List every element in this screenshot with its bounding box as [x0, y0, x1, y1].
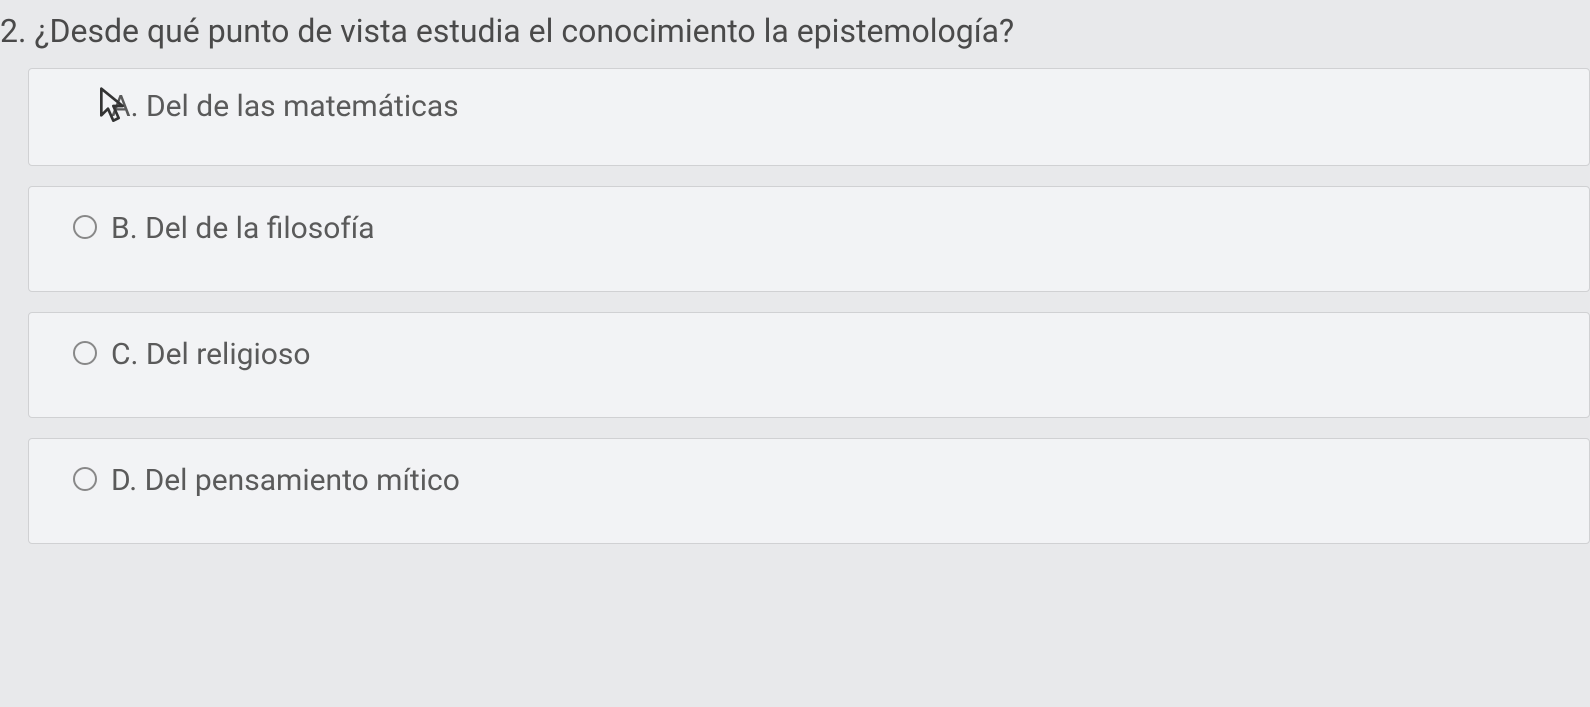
- question-body: ¿Desde qué punto de vista estudia el con…: [34, 12, 1014, 50]
- radio-icon: [73, 467, 97, 491]
- radio-icon: [73, 341, 97, 365]
- option-letter: C.: [111, 337, 138, 372]
- options-list: A. Del de las matemáticas B. Del de la f…: [0, 68, 1590, 544]
- question-number: 2.: [0, 12, 26, 50]
- option-c[interactable]: C. Del religioso: [28, 312, 1590, 418]
- option-d[interactable]: D. Del pensamiento mítico: [28, 438, 1590, 544]
- option-text: Del pensamiento mítico: [145, 463, 460, 498]
- option-label: B. Del de la filosofía: [111, 211, 375, 247]
- option-letter: B.: [111, 211, 138, 246]
- question-container: 2. ¿Desde qué punto de vista estudia el …: [0, 0, 1590, 544]
- option-a[interactable]: A. Del de las matemáticas: [28, 68, 1590, 166]
- option-letter: D.: [111, 463, 137, 498]
- radio-icon: [73, 215, 97, 239]
- option-letter: A.: [111, 89, 138, 124]
- option-text: Del religioso: [146, 337, 311, 372]
- option-label: C. Del religioso: [111, 337, 310, 373]
- option-label: D. Del pensamiento mítico: [111, 463, 460, 499]
- option-text: Del de las matemáticas: [146, 89, 459, 124]
- option-label: A. Del de las matemáticas: [111, 89, 459, 125]
- option-text: Del de la filosofía: [145, 211, 374, 246]
- question-text: 2. ¿Desde qué punto de vista estudia el …: [0, 12, 1590, 68]
- option-b[interactable]: B. Del de la filosofía: [28, 186, 1590, 292]
